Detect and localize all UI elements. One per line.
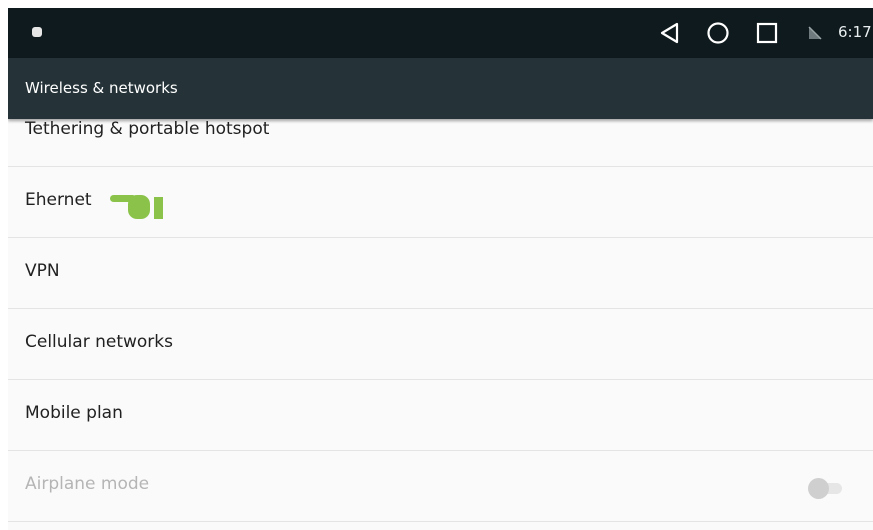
setting-item-label: Ehernet	[25, 190, 92, 210]
status-bar: 6:17	[8, 8, 873, 58]
setting-item-label: Tethering & portable hotspot	[25, 119, 270, 139]
setting-item-cellular-networks[interactable]: Cellular networks	[8, 309, 873, 380]
toggle-thumb	[808, 478, 829, 499]
android-screen: 6:17 Wireless & networks Tethering & por…	[8, 8, 873, 530]
airplane-mode-toggle[interactable]	[808, 478, 842, 499]
setting-item-label: Airplane mode	[25, 474, 150, 494]
setting-item-airplane-mode: Airplane mode	[8, 451, 873, 522]
no-sim-icon	[808, 26, 822, 40]
setting-item-vpn[interactable]: VPN	[8, 238, 873, 309]
clock: 6:17	[838, 23, 872, 41]
setting-item-label: Cellular networks	[25, 332, 173, 352]
recents-icon[interactable]	[756, 22, 778, 44]
home-icon[interactable]	[706, 21, 730, 45]
pointing-hand-icon	[110, 195, 163, 219]
back-icon[interactable]	[658, 21, 680, 45]
setting-item-label: Mobile plan	[25, 403, 123, 423]
setting-item-tethering[interactable]: Tethering & portable hotspot	[8, 119, 873, 167]
settings-list: Tethering & portable hotspot Ehernet VPN…	[8, 119, 873, 522]
setting-item-label: VPN	[25, 261, 60, 281]
notification-icon	[32, 27, 42, 37]
setting-item-ethernet[interactable]: Ehernet	[8, 167, 873, 238]
app-toolbar: Wireless & networks	[8, 58, 873, 119]
page-title: Wireless & networks	[25, 79, 178, 97]
setting-item-mobile-plan[interactable]: Mobile plan	[8, 380, 873, 451]
